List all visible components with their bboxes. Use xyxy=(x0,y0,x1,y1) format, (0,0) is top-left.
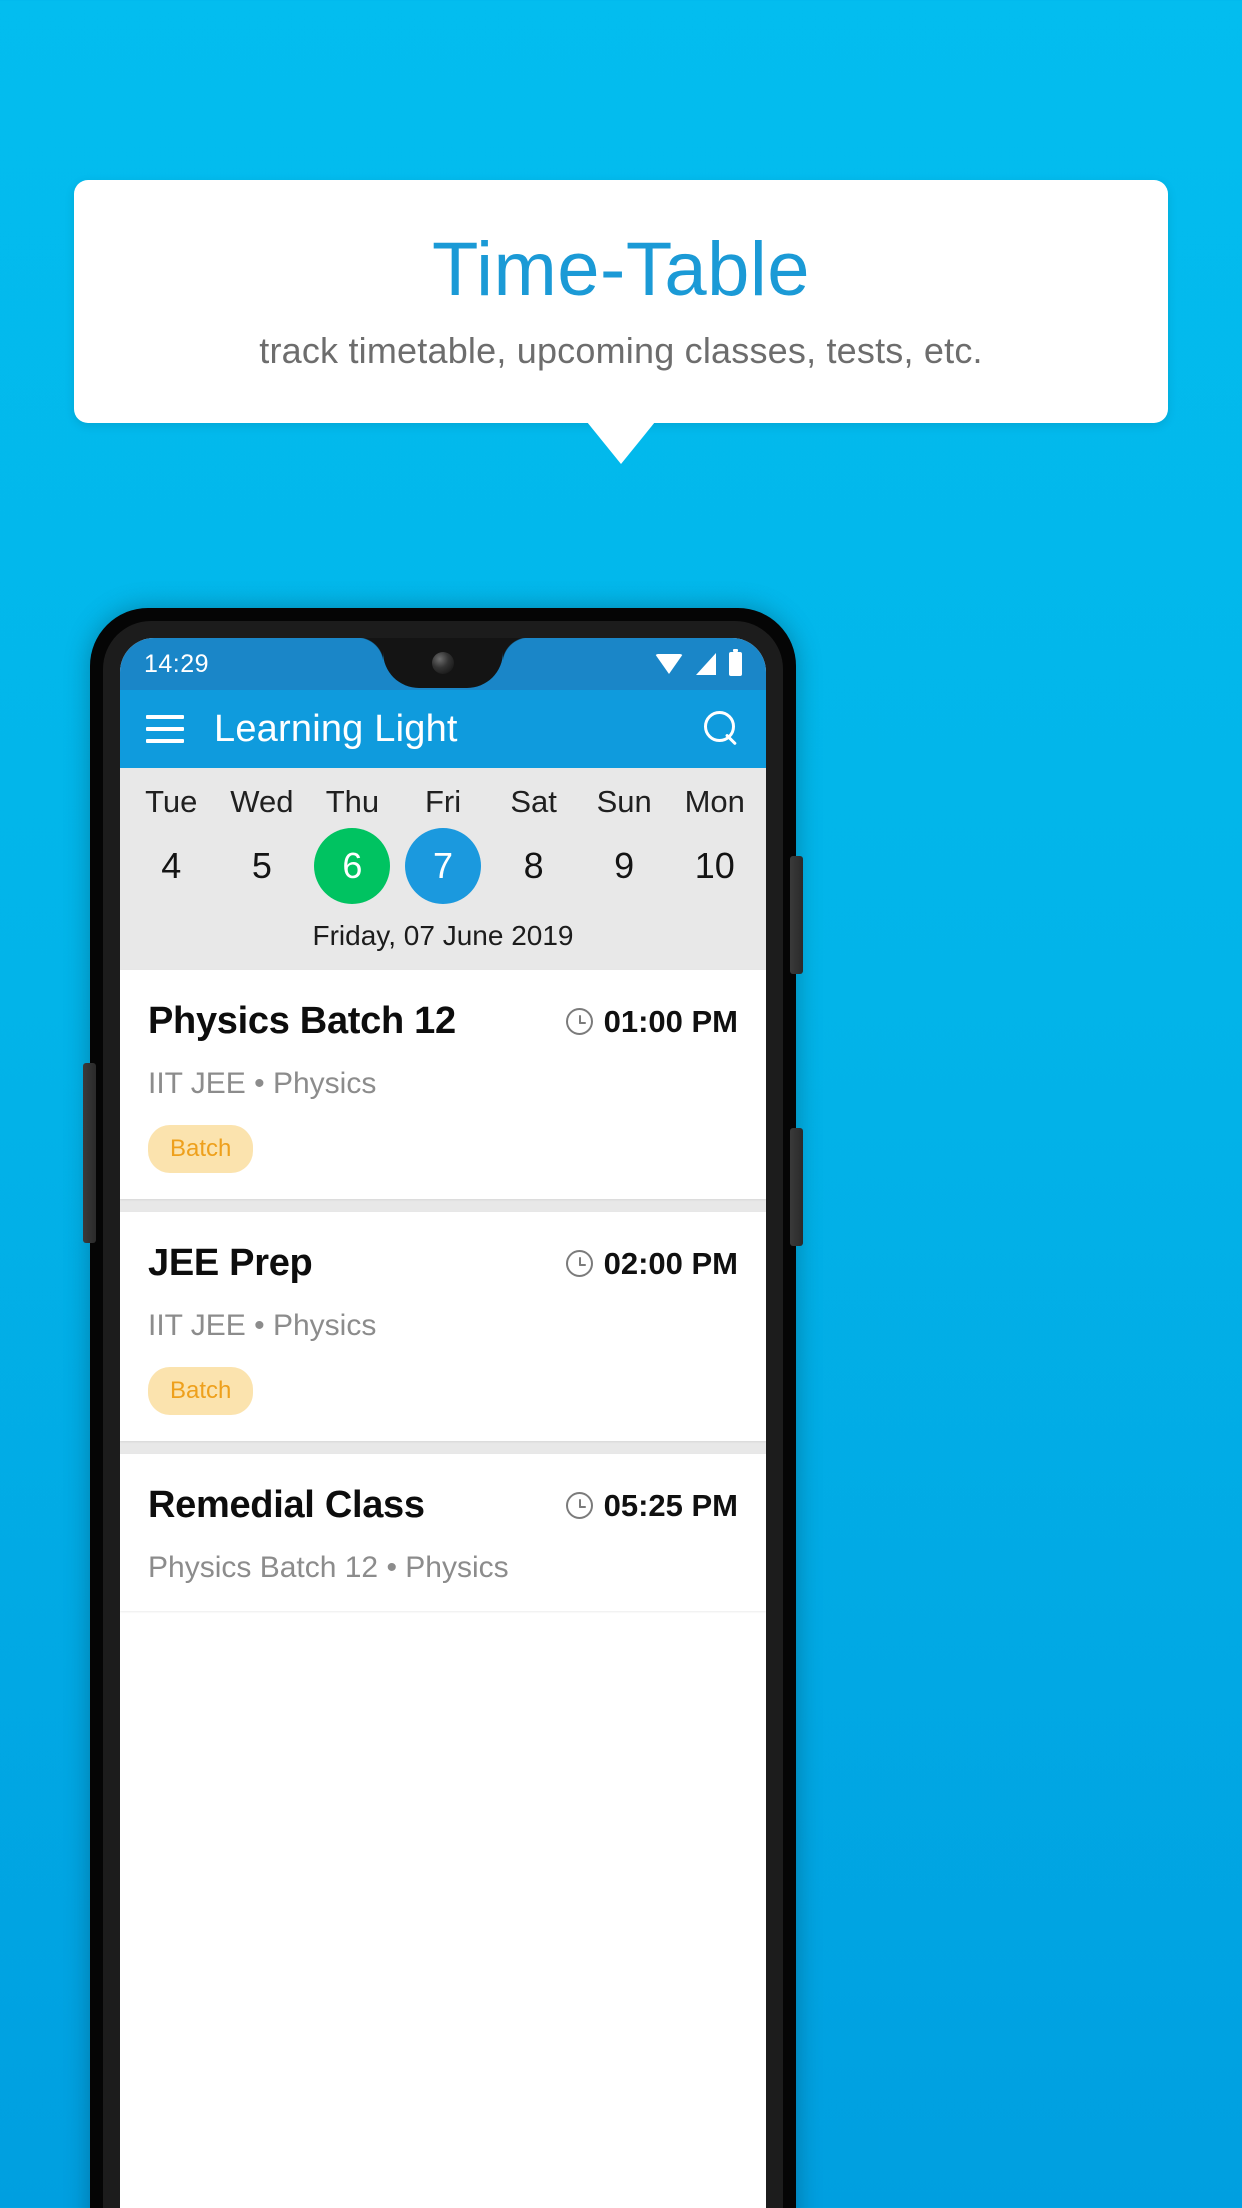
class-subtitle: IIT JEE • Physics xyxy=(148,1309,377,1342)
date-number: 9 xyxy=(614,845,635,886)
class-subtitle: Physics Batch 12 • Physics xyxy=(148,1551,509,1584)
class-time: 01:00 PM xyxy=(565,1003,738,1040)
weekday-label: Sat xyxy=(510,784,557,819)
battery-icon xyxy=(729,649,742,676)
app-bar-title: Learning Light xyxy=(214,707,458,750)
date-cell-mon[interactable]: 10 xyxy=(669,828,760,904)
weekday-label: Wed xyxy=(230,784,294,819)
wifi-icon xyxy=(655,654,683,674)
class-card-header: JEE Prep 02:00 PM xyxy=(148,1242,738,1285)
callout-tail xyxy=(587,422,655,464)
class-card-header: Physics Batch 12 01:00 PM xyxy=(148,1000,738,1043)
class-time: 05:25 PM xyxy=(565,1487,738,1524)
search-icon[interactable] xyxy=(704,711,740,747)
phone-volume-button xyxy=(790,1128,803,1246)
date-number: 4 xyxy=(161,845,182,886)
clock-icon xyxy=(565,1250,593,1277)
hamburger-line xyxy=(146,715,184,719)
date-number-row: 4 5 6 7 8 9 10 xyxy=(120,820,766,904)
class-time: 02:00 PM xyxy=(565,1245,738,1282)
hamburger-line xyxy=(146,727,184,731)
weekday-label: Thu xyxy=(325,784,380,819)
page-subtitle: track timetable, upcoming classes, tests… xyxy=(259,329,983,371)
date-cell-tue[interactable]: 4 xyxy=(126,828,217,904)
status-badge: Batch xyxy=(148,1125,254,1173)
signal-icon xyxy=(696,653,716,675)
date-number-today: 6 xyxy=(314,828,391,904)
hamburger-menu-icon[interactable] xyxy=(146,715,184,743)
date-number-selected: 7 xyxy=(405,828,482,904)
status-bar: 14:29 xyxy=(120,638,766,690)
date-strip: Tue Wed Thu Fri Sat Sun Mon 4 5 6 7 8 9 … xyxy=(120,768,766,970)
class-card[interactable]: JEE Prep 02:00 PM IIT JEE • Physics Batc… xyxy=(120,1212,766,1441)
phone-assistant-button xyxy=(83,1063,96,1243)
status-bar-clock: 14:29 xyxy=(144,649,210,678)
class-title: Physics Batch 12 xyxy=(148,1000,456,1042)
hamburger-line xyxy=(146,739,184,743)
weekday-row: Tue Wed Thu Fri Sat Sun Mon xyxy=(120,778,766,820)
phone-screen: 14:29 Learning Light Tue Wed Thu Fri Sat… xyxy=(120,638,766,2208)
class-subtitle: IIT JEE • Physics xyxy=(148,1067,377,1100)
class-title: JEE Prep xyxy=(148,1242,313,1284)
weekday-label: Fri xyxy=(424,784,462,819)
date-cell-sat[interactable]: 8 xyxy=(488,828,579,904)
class-time-text: 05:25 PM xyxy=(603,1487,738,1523)
class-list: Physics Batch 12 01:00 PM IIT JEE • Phys… xyxy=(120,970,766,1611)
date-number: 8 xyxy=(523,845,544,886)
status-bar-icons xyxy=(655,649,742,676)
weekday-label: Mon xyxy=(684,784,745,819)
date-cell-fri[interactable]: 7 xyxy=(398,828,489,904)
class-card-header: Remedial Class 05:25 PM xyxy=(148,1484,738,1527)
date-cell-thu[interactable]: 6 xyxy=(307,828,398,904)
phone-mockup: 14:29 Learning Light Tue Wed Thu Fri Sat… xyxy=(83,608,803,2208)
weekday-label: Tue xyxy=(145,784,198,819)
weekday-label: Sun xyxy=(596,784,652,819)
phone-power-button xyxy=(790,856,803,974)
app-bar: Learning Light xyxy=(120,690,766,768)
status-badge: Batch xyxy=(148,1367,254,1415)
class-card[interactable]: Remedial Class 05:25 PM Physics Batch 12… xyxy=(120,1454,766,1611)
selected-date-label: Friday, 07 June 2019 xyxy=(312,920,574,951)
date-cell-sun[interactable]: 9 xyxy=(579,828,670,904)
clock-icon xyxy=(565,1008,593,1035)
date-number: 10 xyxy=(694,845,735,886)
class-time-text: 02:00 PM xyxy=(603,1245,738,1281)
date-number: 5 xyxy=(251,845,272,886)
front-camera-icon xyxy=(432,652,454,674)
class-card[interactable]: Physics Batch 12 01:00 PM IIT JEE • Phys… xyxy=(120,970,766,1199)
class-time-text: 01:00 PM xyxy=(603,1003,738,1039)
page-title: Time-Table xyxy=(431,226,811,312)
date-cell-wed[interactable]: 5 xyxy=(217,828,308,904)
promo-callout-card: Time-Table track timetable, upcoming cla… xyxy=(74,180,1168,423)
clock-icon xyxy=(565,1492,593,1519)
class-title: Remedial Class xyxy=(148,1484,425,1526)
